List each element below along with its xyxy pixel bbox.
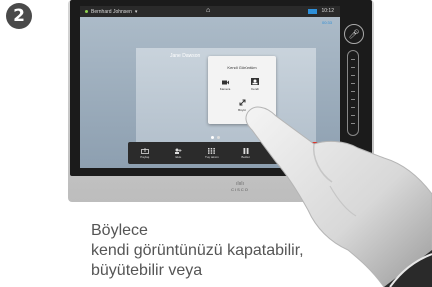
add-user-icon bbox=[175, 148, 182, 154]
camera-icon bbox=[221, 80, 229, 85]
page-indicator bbox=[211, 136, 220, 139]
share-button[interactable]: Paylaş bbox=[128, 147, 162, 159]
keypad-button[interactable]: Tuş takımı bbox=[195, 147, 229, 159]
chevron-down-icon: ▾ bbox=[134, 8, 138, 15]
keypad-icon bbox=[208, 147, 216, 154]
user-indicator[interactable]: Bernhard Johnsen ▾ bbox=[85, 9, 137, 15]
remote-participant-name: Jane Dawson bbox=[170, 53, 201, 59]
page-dot[interactable] bbox=[211, 136, 214, 139]
battery-icon bbox=[308, 8, 318, 14]
call-duration: 00:33 bbox=[321, 20, 332, 25]
mute-button[interactable]: 🎤︎ bbox=[344, 24, 364, 44]
add-participant-label: Ekle bbox=[175, 154, 182, 159]
share-label: Paylaş bbox=[140, 154, 150, 159]
clock: 10:12 bbox=[321, 8, 334, 14]
self-view-button-label: Kendi bbox=[251, 87, 259, 91]
home-icon[interactable]: ⌂ bbox=[206, 7, 210, 14]
self-view-icon bbox=[251, 78, 259, 85]
add-participant-button[interactable]: Ekle bbox=[162, 148, 196, 159]
self-view-off-button[interactable]: Kendi bbox=[244, 78, 266, 91]
microphone-off-icon: 🎤︎ bbox=[348, 28, 360, 39]
status-bar: Bernhard Johnsen ▾ ⌂ 10:12 bbox=[80, 6, 340, 17]
pointing-hand-image bbox=[245, 106, 432, 287]
step-number-badge: 2 bbox=[6, 3, 32, 29]
share-icon bbox=[140, 147, 149, 154]
camera-button[interactable]: Kamera bbox=[214, 80, 236, 91]
camera-button-label: Kamera bbox=[219, 87, 231, 91]
keypad-label: Tuş takımı bbox=[205, 154, 219, 159]
page-dot[interactable] bbox=[217, 136, 220, 139]
panel-title: Kendi Görüntüm bbox=[227, 65, 257, 70]
presence-icon bbox=[85, 10, 88, 13]
user-name: Bernhard Johnsen bbox=[91, 8, 132, 15]
